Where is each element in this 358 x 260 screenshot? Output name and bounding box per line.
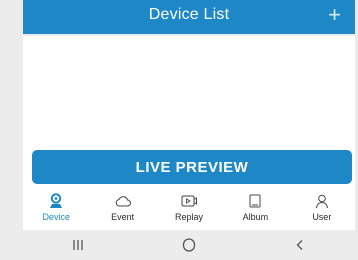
- home-button[interactable]: [169, 234, 209, 256]
- album-icon: [249, 194, 261, 208]
- device-list-area: LIVE PREVIEW Device Event Replay Album U…: [23, 36, 355, 242]
- tab-event[interactable]: Event: [89, 190, 155, 232]
- recents-icon: [73, 240, 83, 250]
- back-icon: [296, 240, 303, 250]
- live-preview-label: LIVE PREVIEW: [135, 158, 249, 176]
- tab-user-label: User: [312, 212, 332, 222]
- system-navigation-bar: [23, 230, 355, 260]
- bottom-tab-bar: Device Event Replay Album User: [23, 190, 355, 232]
- tab-album-label: Album: [242, 212, 269, 222]
- replay-icon: [181, 195, 198, 207]
- tab-event-label: Event: [111, 212, 135, 222]
- tab-device-label: Device: [42, 212, 70, 222]
- page-title: Device List: [148, 6, 230, 23]
- tab-album[interactable]: Album: [222, 190, 288, 232]
- user-icon: [315, 194, 328, 209]
- tab-replay-label: Replay: [175, 212, 204, 222]
- back-button[interactable]: [280, 234, 320, 256]
- home-icon: [182, 238, 196, 252]
- tab-user[interactable]: User: [289, 190, 355, 232]
- cloud-icon: [115, 196, 131, 207]
- device-camera-icon: [50, 193, 63, 208]
- tab-device[interactable]: Device: [23, 190, 89, 232]
- app-header: Device List +: [23, 0, 355, 34]
- add-device-button[interactable]: +: [328, 2, 341, 28]
- plus-icon: +: [328, 2, 341, 27]
- app-screen: Device List + LIVE PREVIEW Device Event …: [0, 0, 358, 260]
- live-preview-button[interactable]: LIVE PREVIEW: [32, 150, 352, 184]
- recents-button[interactable]: [58, 234, 98, 256]
- tab-replay[interactable]: Replay: [156, 190, 222, 232]
